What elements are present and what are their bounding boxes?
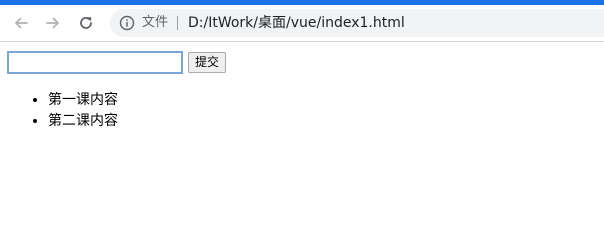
lesson-input[interactable]: [7, 51, 183, 74]
address-divider: [177, 16, 178, 30]
list-item: 第二课内容: [48, 111, 118, 132]
info-icon[interactable]: [119, 15, 135, 31]
reload-icon: [80, 17, 92, 29]
lesson-list: 第一课内容 第二课内容: [8, 90, 118, 132]
forward-button[interactable]: [42, 12, 64, 34]
lesson-form: 提交: [7, 51, 227, 74]
browser-toolbar: 文件 D:/ItWork/桌面/vue/index1.html: [0, 5, 604, 42]
arrow-right-icon: [46, 17, 59, 29]
back-button[interactable]: [10, 12, 32, 34]
arrow-left-icon: [15, 17, 28, 29]
submit-button[interactable]: 提交: [188, 52, 227, 73]
reload-button[interactable]: [75, 12, 97, 34]
address-bar[interactable]: 文件 D:/ItWork/桌面/vue/index1.html: [110, 9, 604, 37]
address-scheme-label: 文件: [142, 15, 169, 30]
list-item: 第一课内容: [48, 90, 118, 111]
address-url[interactable]: D:/ItWork/桌面/vue/index1.html: [188, 9, 405, 37]
